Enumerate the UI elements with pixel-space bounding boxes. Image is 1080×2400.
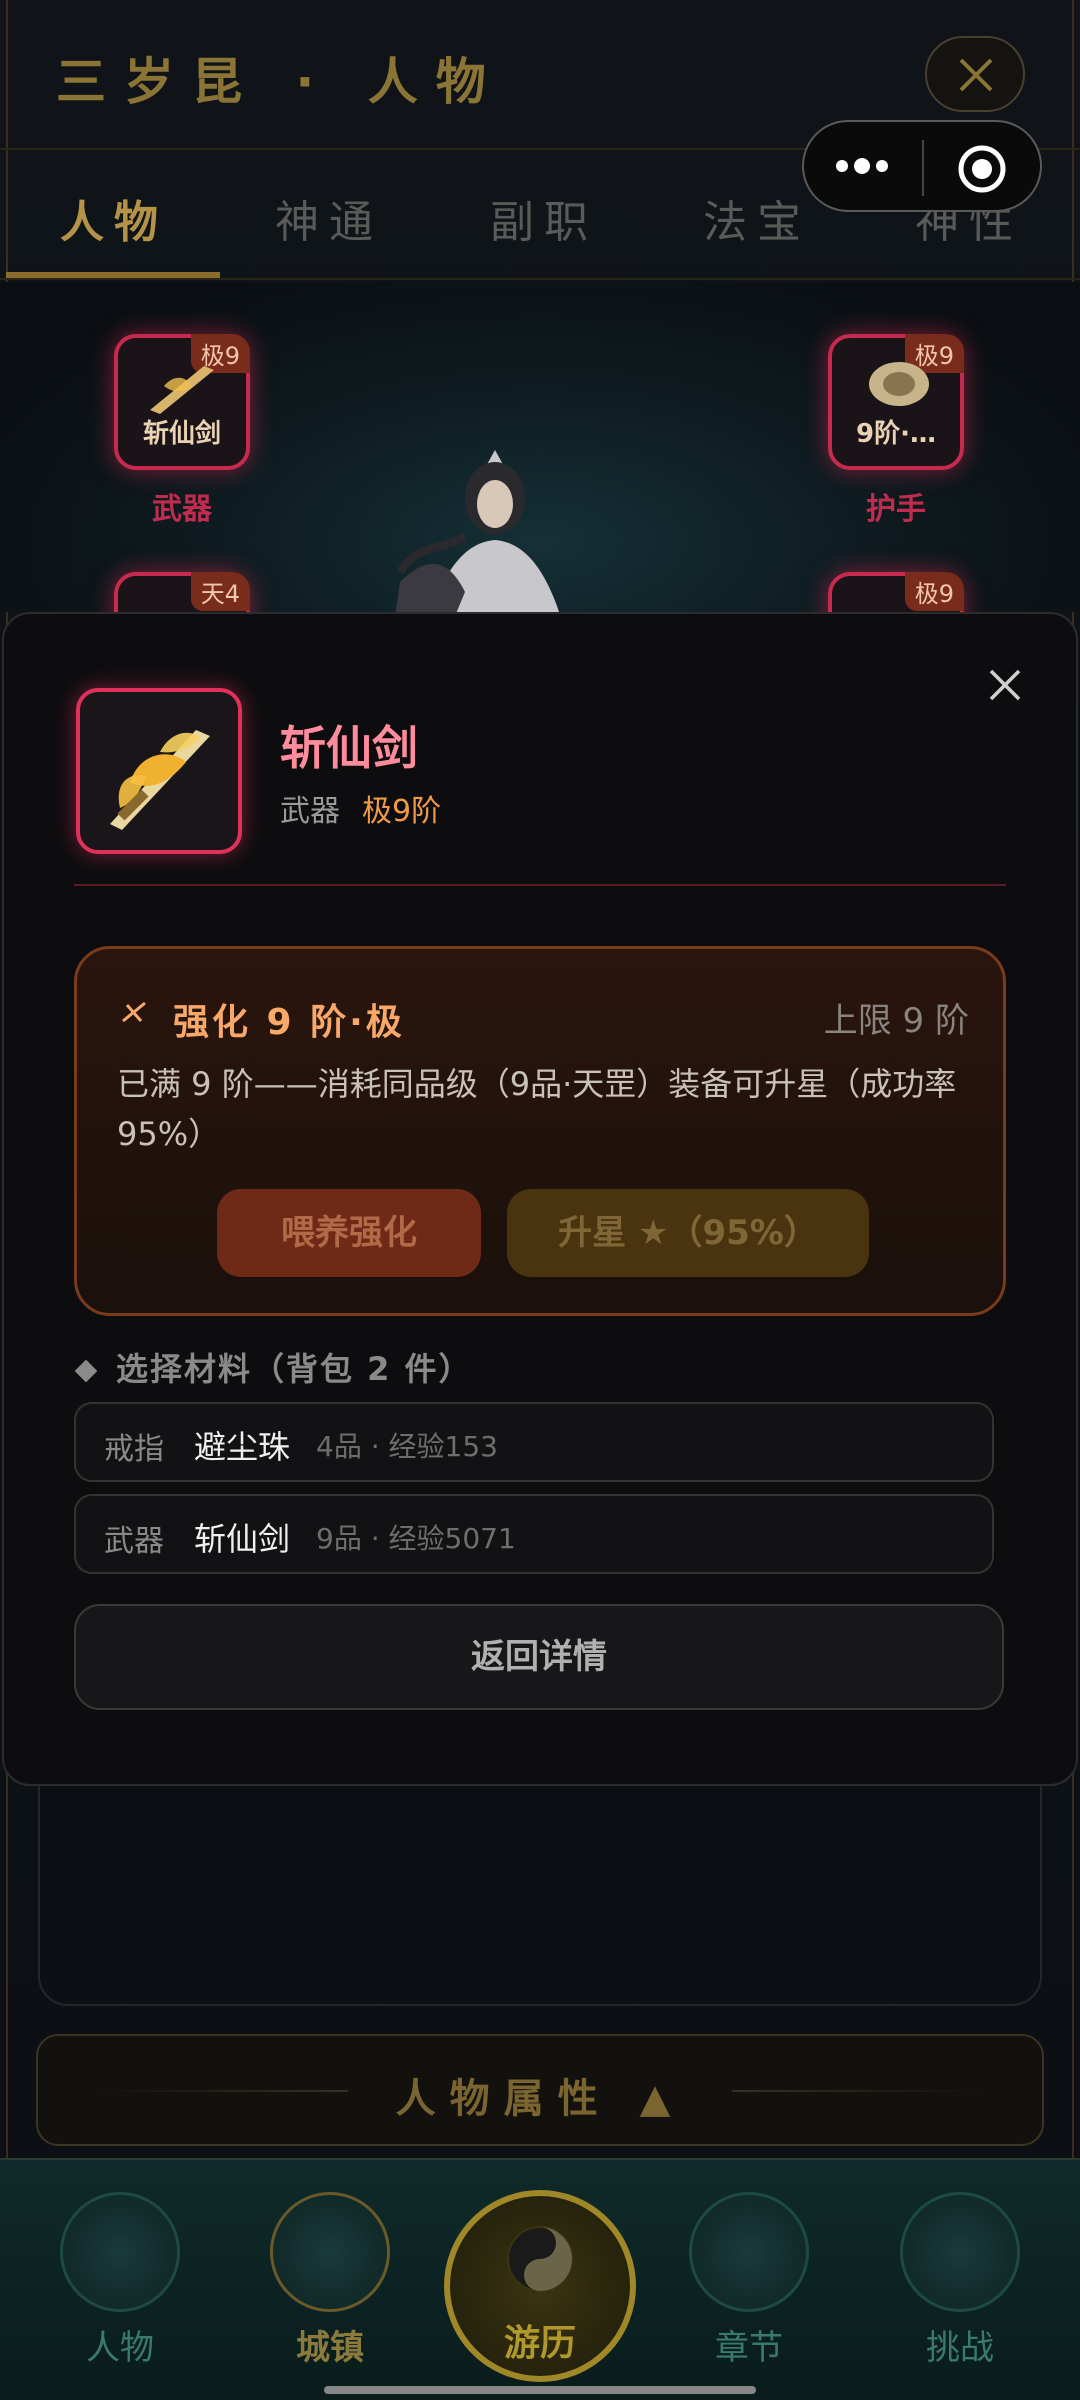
material-type: 戒指 — [104, 1432, 164, 1467]
material-info: 4品 · 经验153 — [316, 1430, 498, 1463]
nav-label: 游历 — [503, 2323, 576, 2364]
materials-heading: 选择材料（背包 2 件） — [74, 1344, 473, 1390]
enhance-limit: 上限 9 阶 — [823, 1001, 969, 1041]
materials-heading-text: 选择材料（背包 2 件） — [116, 1350, 473, 1388]
grade-badge: 极9 — [904, 572, 964, 611]
feed-enhance-button[interactable]: 喂养强化 — [217, 1189, 481, 1277]
sword-icon — [900, 2192, 1020, 2312]
tab-character[interactable]: 人物 — [60, 186, 168, 250]
item-icon-frame — [76, 688, 242, 854]
slot-item-name: 斩仙剑 — [142, 419, 221, 449]
material-info: 9品 · 经验5071 — [316, 1522, 516, 1555]
close-icon — [959, 58, 993, 92]
material-row[interactable]: 戒指 避尘珠 4品 · 经验153 — [74, 1402, 994, 1482]
tab-abilities[interactable]: 神通 — [275, 186, 383, 250]
capsule-divider — [922, 140, 924, 196]
star-upgrade-button[interactable]: 升星 ★（95%） — [507, 1189, 869, 1277]
nav-label: 章节 — [715, 2328, 783, 2368]
yin-yang-icon — [507, 2226, 573, 2292]
scroll-icon — [689, 2192, 809, 2312]
enhance-title: 强化 9 阶·极 — [173, 1002, 405, 1043]
page-title: 三岁昆 · 人物 — [56, 53, 504, 111]
nav-chapters[interactable]: 章节 — [684, 2192, 814, 2369]
exit-target-icon[interactable] — [957, 144, 1007, 194]
enhance-description: 已满 9 阶——消耗同品级（9品·天罡）装备可升星（成功率 95%） — [117, 1065, 957, 1153]
attributes-label: 人物属性 ▲ — [395, 2076, 685, 2122]
slot-label-gauntlet: 护手 — [866, 492, 926, 527]
sword-icon — [150, 366, 214, 414]
attributes-toggle[interactable]: 人物属性 ▲ — [36, 2034, 1044, 2146]
nav-label: 人物 — [86, 2328, 154, 2368]
slot-weapon[interactable]: 极9 斩仙剑 — [114, 334, 250, 470]
item-name: 斩仙剑 — [280, 721, 418, 775]
enhance-card: 强化 9 阶·极 上限 9 阶 已满 9 阶——消耗同品级（9品·天罡）装备可升… — [74, 946, 1006, 1316]
item-grade: 极9阶 — [362, 794, 442, 829]
nav-character[interactable]: 人物 — [55, 2192, 185, 2369]
character-icon — [60, 2192, 180, 2312]
diamond-icon — [74, 1359, 98, 1383]
page-close-button[interactable] — [925, 36, 1025, 112]
tab-treasure[interactable]: 法宝 — [703, 186, 811, 250]
active-tab-indicator — [6, 272, 220, 278]
nav-travel[interactable]: 游历 — [444, 2190, 636, 2382]
close-icon[interactable] — [988, 668, 1022, 702]
town-icon — [270, 2192, 390, 2312]
tab-side-job[interactable]: 副职 — [490, 186, 598, 250]
nav-label: 城镇 — [296, 2328, 364, 2368]
slot-label-weapon: 武器 — [152, 492, 212, 527]
nav-town[interactable]: 城镇 — [265, 2192, 395, 2369]
item-type: 武器 — [280, 794, 340, 829]
sword-icon — [110, 730, 210, 830]
material-name: 避尘珠 — [194, 1428, 291, 1466]
material-name: 斩仙剑 — [194, 1520, 291, 1558]
modal-divider — [74, 884, 1006, 886]
gauntlet-icon — [869, 362, 929, 406]
nav-challenge[interactable]: 挑战 — [895, 2192, 1025, 2369]
more-dots-icon[interactable] — [834, 154, 890, 178]
miniprogram-capsule — [802, 120, 1042, 212]
grade-badge: 天4 — [190, 572, 250, 611]
character-portrait — [395, 450, 559, 612]
material-type: 武器 — [104, 1524, 164, 1559]
slot-gauntlet[interactable]: 极9 9阶·… — [828, 334, 964, 470]
home-indicator[interactable] — [324, 2386, 756, 2394]
slot-boots[interactable]: 极9 — [828, 572, 964, 612]
nav-label: 挑战 — [926, 2328, 994, 2368]
hammer-icon — [122, 1001, 146, 1023]
character-display: 极9 斩仙剑 武器 极9 9阶·… 护手 天4 极9 — [0, 282, 1080, 612]
back-to-details-button[interactable]: 返回详情 — [74, 1604, 1004, 1710]
slot-item-name: 9阶·… — [856, 419, 936, 449]
slot-armor[interactable]: 天4 — [114, 572, 250, 612]
material-row[interactable]: 武器 斩仙剑 9品 · 经验5071 — [74, 1494, 994, 1574]
